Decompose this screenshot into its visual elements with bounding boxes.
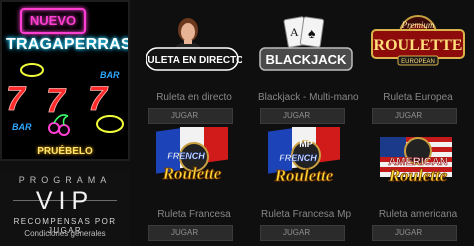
game-tile-blackjack[interactable]: ♠ A BLACKJACK Blackjack - Multi-mano JUG…: [258, 10, 359, 124]
game-name[interactable]: Ruleta Europea: [370, 92, 466, 103]
slot-machine-art: BAR BAR 7 7 7: [2, 62, 128, 142]
game-logo-text: Roulette: [162, 164, 222, 183]
seven-symbol-icon: 7: [6, 80, 27, 118]
vip-program-label: PROGRAMA: [18, 175, 112, 185]
game-logo-text: FRENCH: [279, 153, 317, 163]
play-button[interactable]: JUGAR: [260, 108, 345, 124]
game-thumbnail[interactable]: Premium ROULETTE EUROPEAN: [370, 10, 466, 84]
game-name[interactable]: Ruleta americana: [370, 209, 466, 220]
game-logo-text: FRENCH: [167, 151, 205, 161]
cards-icon: ♠ A: [283, 16, 325, 48]
vip-program-banner[interactable]: PROGRAMA VIP RECOMPENSAS POR JUGAR Condi…: [0, 171, 130, 246]
game-tile-live-roulette[interactable]: RULETA EN DIRECTO Ruleta en directo JUGA…: [146, 10, 242, 124]
game-thumbnail[interactable]: RULETA EN DIRECTO: [146, 10, 242, 84]
game-logo-text: ROULETTE: [374, 37, 463, 54]
svg-text:BAR: BAR: [12, 122, 32, 132]
seven-symbol-icon: 7: [88, 80, 109, 118]
play-button[interactable]: JUGAR: [372, 108, 457, 124]
game-logo-text: Roulette: [388, 166, 448, 185]
promo-title: TRAGAPERRAS: [6, 36, 130, 53]
game-thumbnail[interactable]: MP FRENCH Roulette: [258, 127, 354, 201]
play-button[interactable]: JUGAR: [148, 225, 233, 241]
game-name[interactable]: Ruleta Francesa: [146, 209, 242, 220]
game-name[interactable]: Ruleta en directo: [146, 92, 242, 103]
game-logo-text: Roulette: [274, 166, 334, 185]
svg-text:♠: ♠: [308, 27, 316, 42]
bar-sign-icon: BAR: [100, 70, 120, 80]
game-name[interactable]: Blackjack - Multi-mano: [258, 92, 359, 103]
play-button[interactable]: JUGAR: [260, 225, 345, 241]
game-thumbnail[interactable]: ♠ A BLACKJACK: [258, 10, 354, 84]
game-logo-text: MP: [299, 139, 313, 149]
game-logo-text: Premium: [401, 20, 435, 30]
game-thumbnail[interactable]: AMERICAN Roulette: [370, 127, 466, 201]
vip-title: VIP: [35, 187, 95, 215]
game-logo-text: RULETA EN DIRECTO: [146, 55, 242, 66]
game-logo-text: EUROPEAN: [401, 59, 435, 65]
play-button[interactable]: JUGAR: [372, 225, 457, 241]
game-name[interactable]: Ruleta Francesa Mp: [258, 209, 354, 220]
game-tile-french-roulette-mp[interactable]: MP FRENCH Roulette Ruleta Francesa Mp JU…: [258, 127, 354, 241]
game-tile-american-roulette[interactable]: AMERICAN Roulette Ruleta americana JUGAR: [370, 127, 466, 241]
new-badge: NUEVO: [20, 8, 86, 34]
game-tile-french-roulette[interactable]: FRENCH Roulette Ruleta Francesa JUGAR: [146, 127, 242, 241]
conditions-link[interactable]: Condiciones generales: [0, 229, 130, 238]
play-button[interactable]: JUGAR: [148, 108, 233, 124]
svg-text:A: A: [290, 25, 299, 39]
slots-promo-banner[interactable]: NUEVO TRAGAPERRAS BAR BAR 7 7 7 PRUÉBELO: [0, 0, 130, 161]
game-logo-text: BLACKJACK: [266, 52, 348, 67]
game-thumbnail[interactable]: FRENCH Roulette: [146, 127, 242, 201]
game-tile-european-roulette[interactable]: Premium ROULETTE EUROPEAN Ruleta Europea…: [370, 10, 466, 124]
try-it-link[interactable]: PRUÉBELO: [2, 146, 128, 157]
